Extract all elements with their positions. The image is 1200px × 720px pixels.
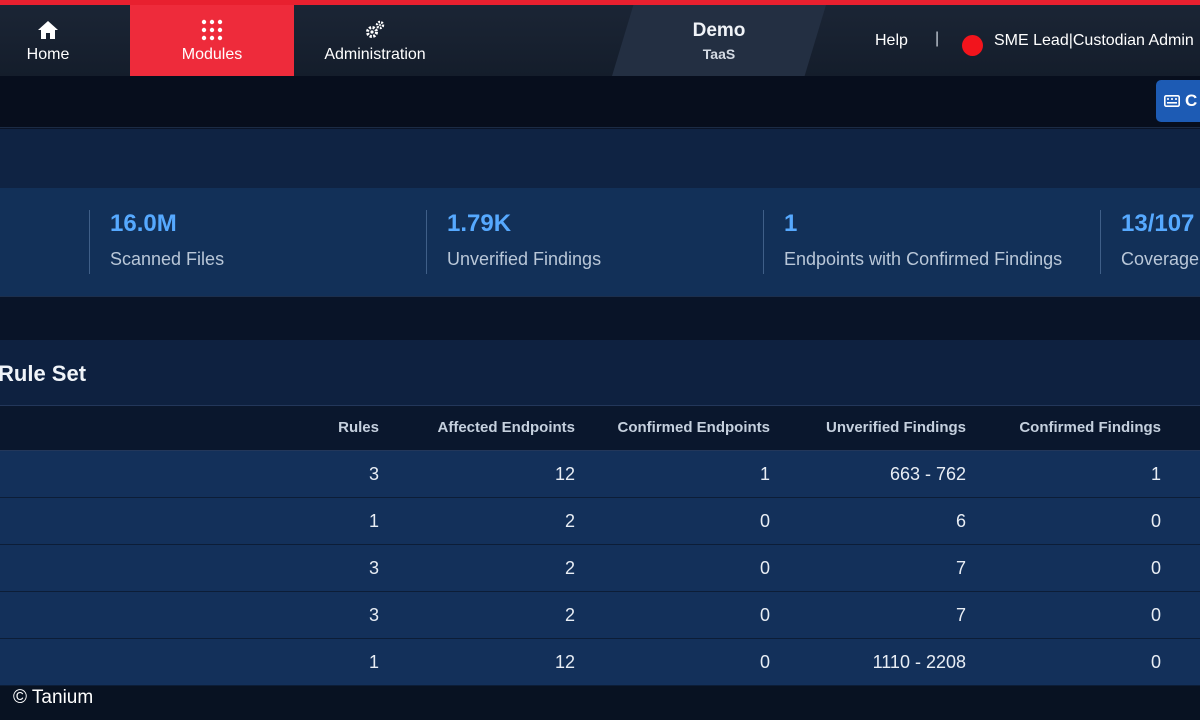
column-header-rules[interactable]: Rules [338,419,379,436]
cell-confirmed-endpoints: 1 [759,464,770,484]
top-navbar: Home Modules Administration Demo TaaS He… [0,5,1200,76]
column-header-affected-endpoints[interactable]: Affected Endpoints [438,419,576,436]
header-separator: | [935,30,940,47]
table-header: Rules Affected Endpoints Confirmed Endpo… [0,405,1200,451]
cell-confirmed-endpoints: 0 [759,605,770,625]
stat-label: Coverage [1121,249,1200,269]
table-row[interactable]: 3 2 0 7 0 [0,545,1200,592]
cell-rules: 3 [368,558,379,578]
environment-subtitle: TaaS [702,45,736,62]
nav-home-label: Home [26,45,70,63]
table-row[interactable]: 3 12 1 663 - 762 1 [0,451,1200,498]
keyboard-icon [1164,95,1180,107]
cell-rules: 1 [368,652,379,672]
stat-label: Scanned Files [110,249,225,269]
cell-unverified-findings: 7 [955,605,966,625]
nav-modules-label: Modules [181,45,243,63]
stat-label: Endpoints with Confirmed Findings [784,249,1063,269]
cell-unverified-findings: 6 [955,511,966,531]
column-header-confirmed-endpoints[interactable]: Confirmed Endpoints [618,419,771,436]
gears-icon [364,18,386,42]
toolbar: C [0,76,1200,128]
stat-label: Unverified Findings [447,249,602,269]
footer-strip [0,686,1200,720]
stat-value: 13/107 [1121,210,1195,237]
environment-title: Demo [692,19,746,41]
cell-unverified-findings: 663 - 762 [889,464,966,484]
cell-affected-endpoints: 12 [554,464,575,484]
cell-confirmed-findings: 0 [1150,652,1161,672]
stat-endpoints-confirmed: 1 Endpoints with Confirmed Findings [763,210,1062,274]
user-menu[interactable]: SME Lead|Custodian Admin [994,32,1194,50]
cell-affected-endpoints: 2 [564,558,575,578]
stat-scanned-files: 16.0M Scanned Files [89,210,224,274]
cell-confirmed-endpoints: 0 [759,558,770,578]
table-row[interactable]: 3 2 0 7 0 [0,592,1200,639]
table-row[interactable]: 1 12 0 1110 - 2208 0 [0,639,1200,686]
cell-rules: 3 [368,464,379,484]
home-icon [37,18,59,42]
cell-confirmed-endpoints: 0 [759,511,770,531]
table-row[interactable]: 1 2 0 6 0 [0,498,1200,545]
panel-title: Rule Set [0,361,87,386]
nav-administration-label: Administration [324,45,426,63]
cell-affected-endpoints: 12 [554,652,575,672]
cell-confirmed-findings: 0 [1150,558,1161,578]
cell-rules: 3 [368,605,379,625]
toolbar-action-button[interactable]: C [1156,80,1200,122]
column-header-confirmed-findings[interactable]: Confirmed Findings [1019,419,1161,436]
cell-unverified-findings: 7 [955,558,966,578]
stat-unverified-findings: 1.79K Unverified Findings [426,210,601,274]
rule-set-panel: Rule Set Rules Affected Endpoints Confir… [0,340,1200,720]
toolbar-action-label: C [1185,91,1198,110]
summary-stats: 16.0M Scanned Files 1.79K Unverified Fin… [0,188,1200,296]
user-status-dot-icon [962,35,983,56]
environment-badge[interactable]: Demo TaaS [612,5,826,76]
nav-administration[interactable]: Administration [296,5,454,76]
section-divider [0,296,1200,340]
stat-coverage: 13/107 Coverage [1100,210,1199,274]
cell-affected-endpoints: 2 [564,605,575,625]
cell-affected-endpoints: 2 [564,511,575,531]
copyright-notice: © Tanium [13,687,94,708]
help-link[interactable]: Help [875,32,908,50]
nav-home[interactable]: Home [0,5,96,76]
cell-unverified-findings: 1110 - 2208 [872,652,966,672]
page-header-band [0,129,1200,188]
stat-value: 1.79K [447,210,512,237]
cell-confirmed-findings: 0 [1150,511,1161,531]
grid-icon [201,18,223,42]
nav-modules[interactable]: Modules [130,5,294,76]
cell-confirmed-findings: 1 [1150,464,1161,484]
stat-value: 16.0M [110,210,177,237]
column-header-unverified-findings[interactable]: Unverified Findings [826,419,966,436]
cell-rules: 1 [368,511,379,531]
cell-confirmed-endpoints: 0 [759,652,770,672]
cell-confirmed-findings: 0 [1150,605,1161,625]
stat-value: 1 [784,210,798,237]
